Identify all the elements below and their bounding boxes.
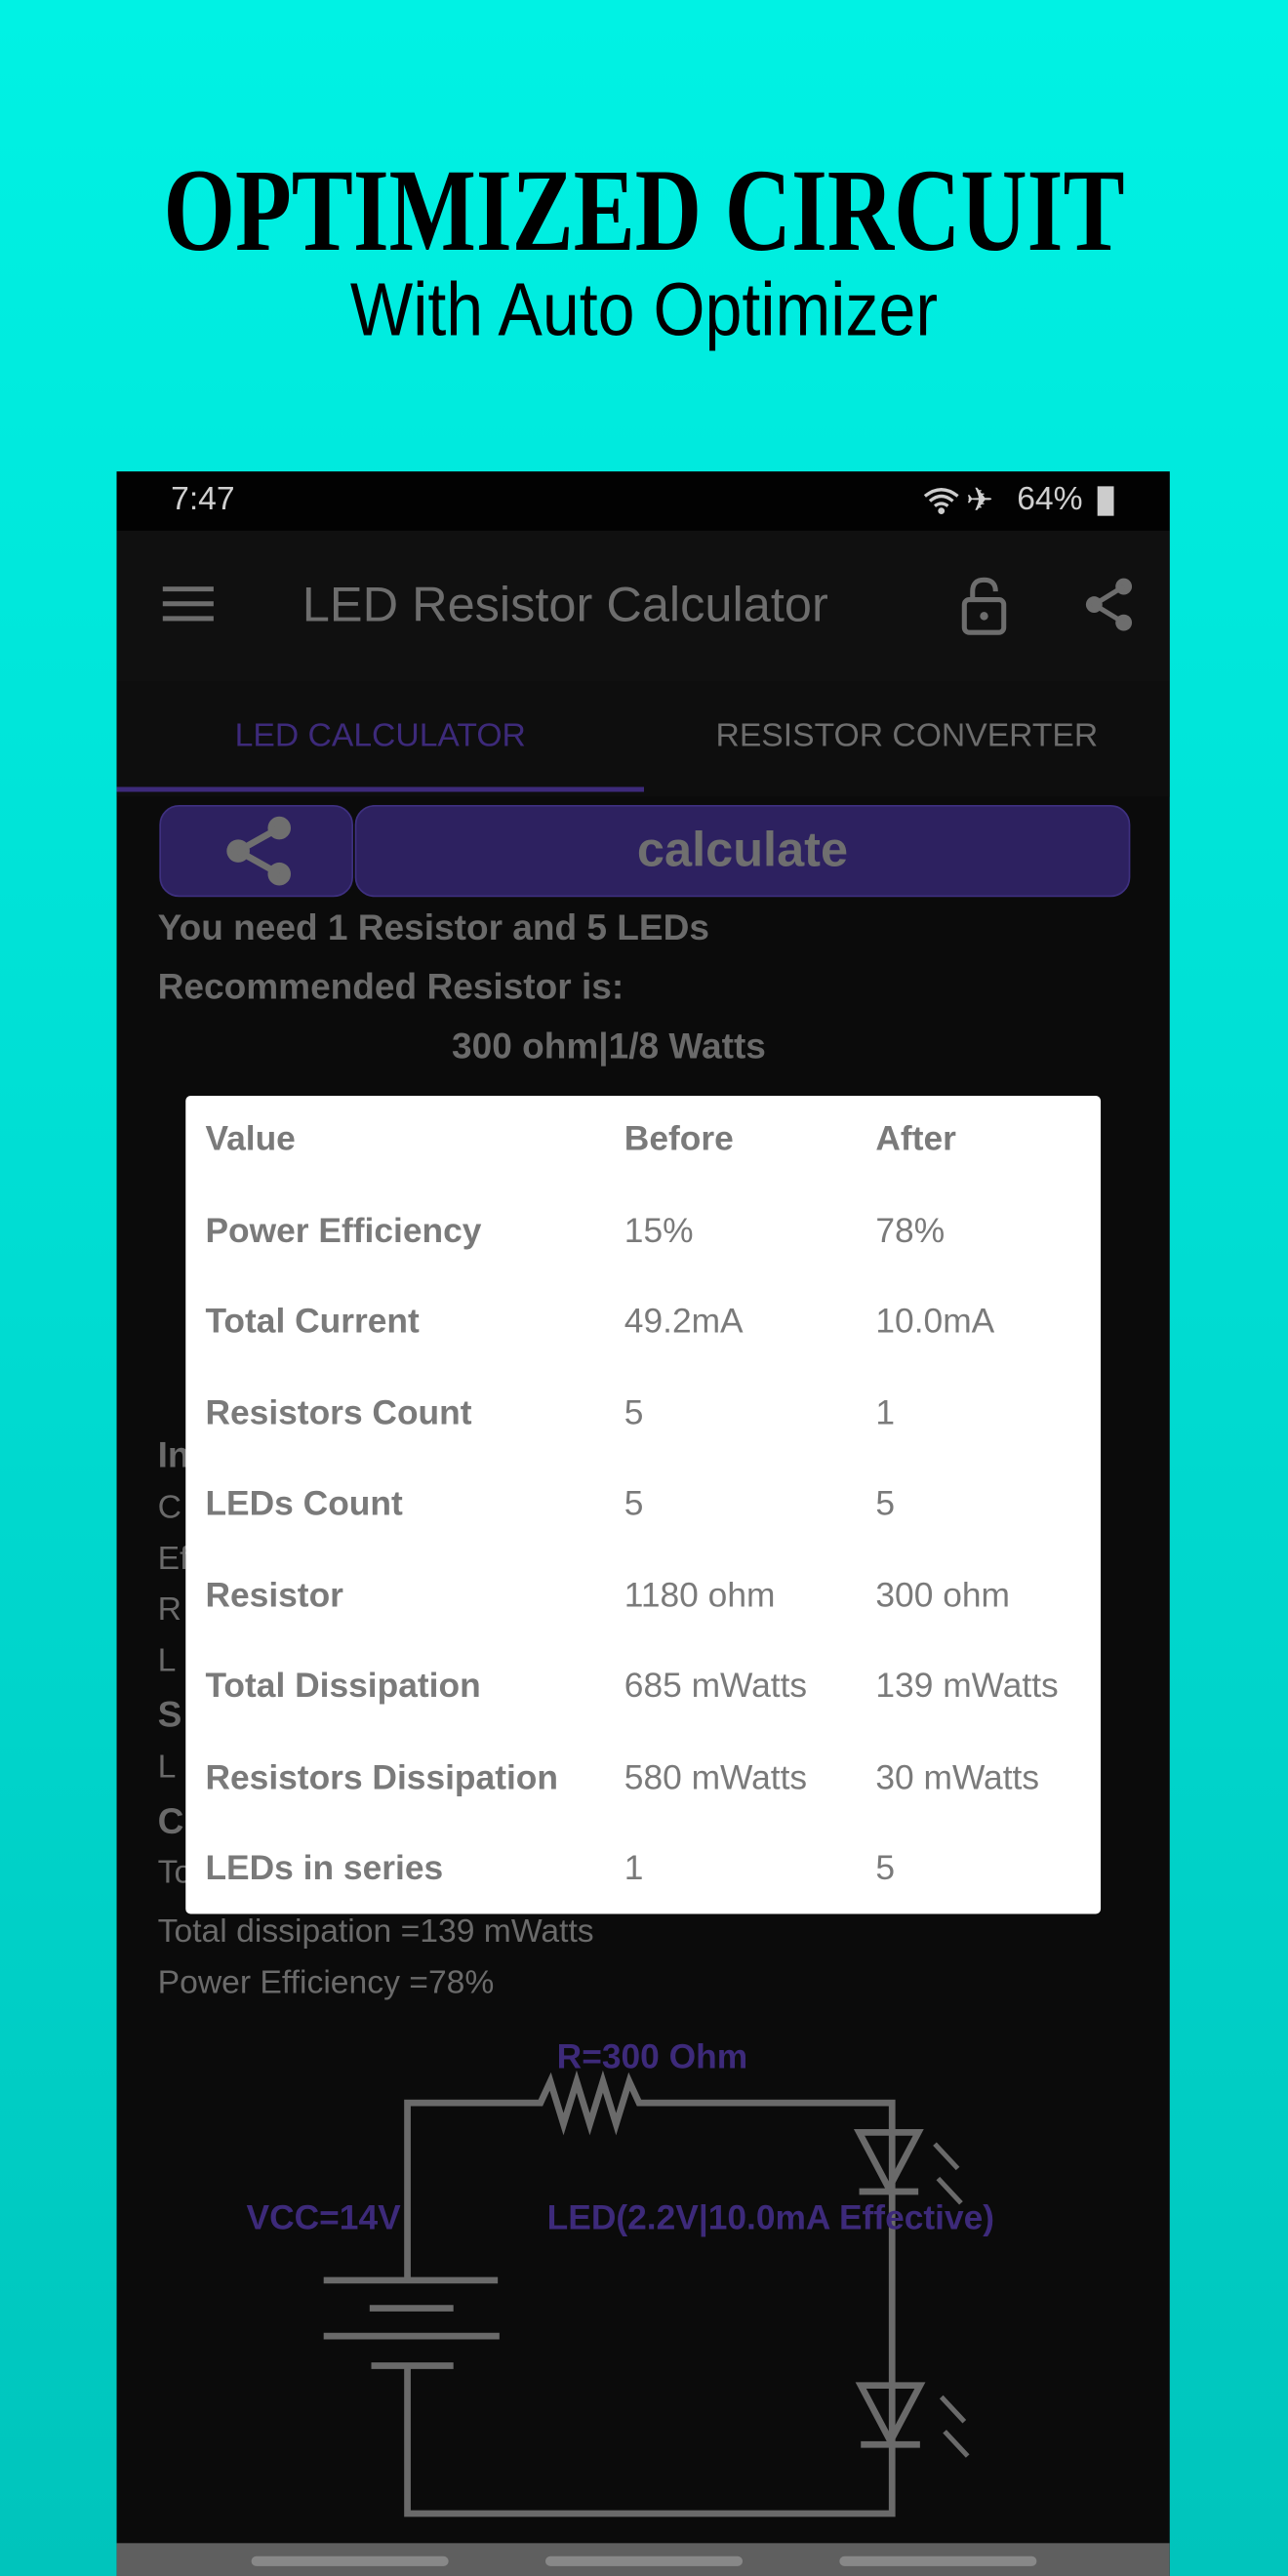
battery-icon — [1097, 486, 1114, 516]
calculate-button[interactable]: calculate — [354, 804, 1131, 898]
before-value: 1 — [624, 1849, 644, 1888]
nav-recents[interactable] — [251, 2556, 449, 2566]
power-efficiency-text: Power Efficiency =78% — [157, 1964, 495, 2001]
nav-back[interactable] — [839, 2556, 1037, 2566]
result-line-1: You need 1 Resistor and 5 LEDs — [157, 906, 710, 948]
table-row: Resistor 1180 ohm 300 ohm — [185, 1551, 1101, 1642]
nav-home[interactable] — [544, 2556, 744, 2566]
row-label: Total Dissipation — [205, 1667, 481, 1706]
battery-level: 64% — [1017, 481, 1083, 518]
header-after: After — [875, 1120, 956, 1158]
table-row: LEDs Count 5 5 — [185, 1461, 1101, 1551]
resistor-label: R=300 Ohm — [557, 2038, 747, 2076]
airplane-icon: ✈ — [965, 482, 994, 520]
after-value: 10.0mA — [875, 1303, 995, 1341]
after-value: 5 — [875, 1485, 896, 1523]
table-row: Total Current 49.2mA 10.0mA — [185, 1278, 1101, 1369]
lock-open-icon[interactable] — [961, 577, 1007, 636]
result-line-2: Recommended Resistor is: — [157, 965, 624, 1008]
text-fragment: L — [157, 1642, 177, 1679]
before-value: 1180 ohm — [624, 1576, 776, 1615]
row-label: Resistors Dissipation — [205, 1758, 559, 1797]
section-fragment: S — [157, 1693, 182, 1735]
comparison-dialog: Value Before After Power Efficiency 15% 78… — [185, 1096, 1102, 1916]
table-row: Resistors Dissipation 580 mWatts 30 mWatts — [185, 1734, 1101, 1825]
before-value: 580 mWatts — [624, 1758, 808, 1797]
tab-led-calculator[interactable]: LED CALCULATOR — [117, 682, 644, 790]
tab-bar: LED CALCULATOR RESISTOR CONVERTER — [116, 681, 1170, 797]
before-value: 15% — [624, 1211, 694, 1250]
navigation-bar — [116, 2543, 1170, 2576]
app-bar: LED Resistor Calculator — [116, 530, 1170, 682]
before-value: 49.2mA — [624, 1303, 744, 1341]
after-value: 30 mWatts — [875, 1758, 1040, 1797]
table-row: LEDs in series 1 5 — [185, 1826, 1101, 1916]
after-value: 139 mWatts — [875, 1667, 1059, 1706]
circuit-diagram: R=300 Ohm VCC=14V LED(2.2V|10.0mA Effect… — [247, 2038, 994, 2517]
row-label: Resistors Count — [205, 1393, 472, 1432]
text-fragment: L — [157, 1750, 177, 1787]
app-title: LED Resistor Calculator — [302, 578, 828, 633]
promo-subtitle: With Auto Optimizer — [349, 265, 939, 352]
before-value: 685 mWatts — [624, 1667, 808, 1706]
row-label: Resistor — [205, 1576, 343, 1615]
after-value: 300 ohm — [875, 1576, 1011, 1615]
text-fragment: R — [157, 1591, 181, 1629]
text-fragment: Ef — [157, 1541, 189, 1578]
status-bar: 7:47 ✈ 64% — [116, 471, 1170, 531]
tab-indicator — [116, 786, 644, 792]
section-fragment: C — [157, 1800, 184, 1842]
row-label: Power Efficiency — [205, 1211, 482, 1250]
table-row: Power Efficiency 15% 78% — [185, 1187, 1101, 1277]
share-icon[interactable] — [1083, 577, 1136, 632]
before-value: 5 — [624, 1485, 644, 1523]
table-row: Total Dissipation 685 mWatts 139 mWatts — [185, 1643, 1101, 1734]
table-header: Value Before After — [185, 1096, 1101, 1187]
promo-title: OPTIMIZED CIRCUIT — [163, 144, 1125, 276]
recommended-resistor: 300 ohm|1/8 Watts — [452, 1025, 766, 1067]
vcc-label: VCC=14V — [247, 2199, 402, 2237]
after-value: 5 — [875, 1849, 896, 1888]
menu-icon[interactable] — [162, 586, 216, 623]
circuit-wire — [404, 2070, 896, 2517]
battery-symbol — [323, 2276, 500, 2369]
wifi-icon — [923, 488, 959, 514]
share-result-button[interactable] — [159, 804, 353, 898]
after-value: 1 — [875, 1393, 896, 1432]
before-value: 5 — [624, 1393, 644, 1432]
row-label: LEDs in series — [205, 1849, 444, 1888]
led-label: LED(2.2V|10.0mA Effective) — [547, 2199, 994, 2237]
text-fragment: C — [157, 1490, 181, 1527]
share-icon — [226, 816, 292, 886]
header-before: Before — [624, 1120, 734, 1158]
tab-resistor-converter[interactable]: RESISTOR CONVERTER — [644, 682, 1170, 790]
after-value: 78% — [875, 1211, 946, 1250]
status-time: 7:47 — [171, 481, 235, 518]
row-label: LEDs Count — [205, 1485, 403, 1523]
table-row: Resistors Count 5 1 — [185, 1369, 1101, 1460]
row-label: Total Current — [205, 1303, 420, 1341]
header-value: Value — [205, 1120, 296, 1158]
phone-screen: 7:47 ✈ 64% LED Resistor Calculator LED C… — [116, 471, 1170, 2576]
